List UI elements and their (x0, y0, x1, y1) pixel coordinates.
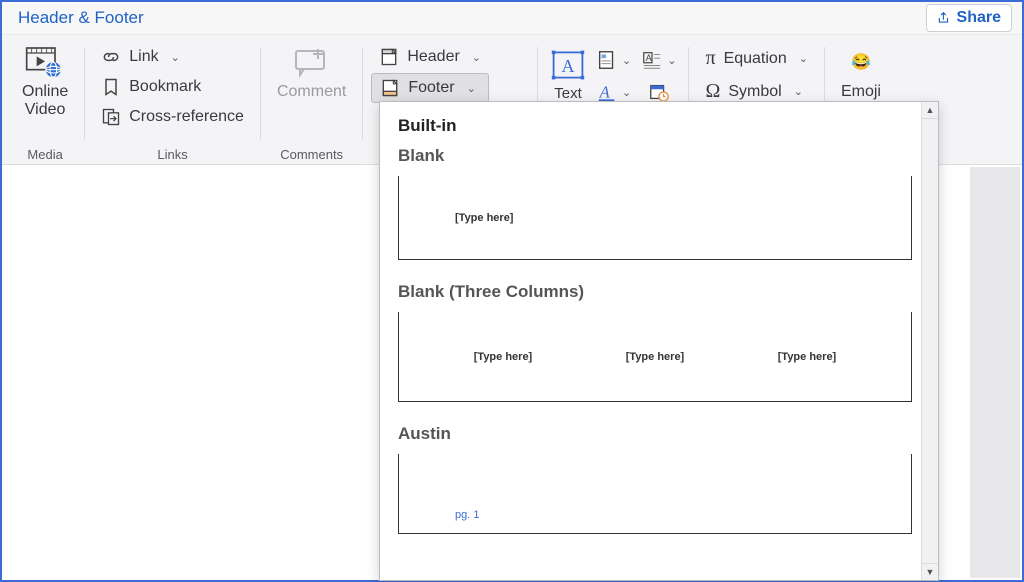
emoji-button[interactable]: 😂 Emoji (833, 39, 889, 103)
chevron-down-icon: ⌄ (622, 86, 631, 99)
header-label: Header (407, 48, 459, 66)
placeholder-text: [Type here] (626, 351, 684, 363)
footer-label: Footer (408, 79, 454, 97)
svg-text:A: A (599, 83, 611, 102)
gallery-section-title: Built-in (398, 116, 912, 136)
cross-reference-icon (101, 107, 121, 127)
placeholder-text: [Type here] (455, 212, 513, 224)
group-media: Online Video Media (6, 35, 84, 164)
bookmark-button[interactable]: Bookmark (93, 73, 252, 101)
document-margin (970, 167, 1020, 578)
placeholder-text: [Type here] (778, 351, 836, 363)
date-time-icon (648, 81, 670, 103)
pi-icon: π (705, 47, 715, 70)
share-icon (937, 11, 951, 25)
comment-button[interactable]: Comment (269, 39, 354, 103)
group-comments: Comment Comments (261, 35, 362, 164)
placeholder-text: [Type here] (474, 351, 532, 363)
chevron-down-icon: ⌄ (467, 82, 476, 95)
online-video-button[interactable]: Online Video (14, 39, 76, 122)
group-links: Link ⌄ Bookmark Cross-reference Links (85, 35, 260, 164)
emoji-icon: 😂 (851, 55, 871, 71)
link-label: Link (129, 48, 158, 66)
header-icon (379, 47, 399, 67)
chevron-down-icon: ⌄ (622, 54, 631, 67)
gallery-item-blank[interactable]: [Type here] (398, 176, 912, 260)
drop-cap-icon: A (641, 49, 663, 71)
cross-reference-label: Cross-reference (129, 108, 244, 126)
symbol-label: Symbol (728, 83, 781, 101)
group-links-label: Links (93, 145, 252, 162)
group-media-label: Media (14, 145, 76, 162)
svg-text:A: A (562, 56, 575, 76)
text-box-icon: A (550, 48, 586, 82)
share-button[interactable]: Share (926, 4, 1012, 32)
gallery-item-austin[interactable]: pg. 1 (398, 454, 912, 534)
page-number-text: pg. 1 (455, 509, 479, 521)
equation-button[interactable]: π Equation ⌄ (697, 43, 816, 74)
chevron-down-icon: ⌄ (171, 51, 180, 64)
footer-gallery-dropdown: Built-in Blank [Type here] Blank (Three … (379, 101, 939, 581)
quick-parts-button[interactable]: ⌄ (592, 45, 635, 75)
cross-reference-button[interactable]: Cross-reference (93, 103, 252, 131)
titlebar: Header & Footer Share (2, 2, 1022, 35)
footer-icon (380, 78, 400, 98)
link-button[interactable]: Link ⌄ (93, 43, 252, 71)
context-tab-header-footer[interactable]: Header & Footer (12, 4, 150, 32)
footer-dropdown-button[interactable]: Footer ⌄ (371, 73, 489, 103)
text-box-button[interactable]: A Text (546, 43, 590, 107)
bookmark-label: Bookmark (129, 78, 201, 96)
share-label: Share (957, 9, 1001, 27)
header-dropdown-button[interactable]: Header ⌄ (371, 43, 489, 71)
online-video-label: Online Video (22, 83, 68, 120)
bookmark-icon (101, 77, 121, 97)
scroll-up-button[interactable]: ▲ (922, 102, 938, 119)
omega-icon: Ω (705, 80, 720, 103)
online-video-icon (25, 44, 65, 82)
quick-parts-icon (596, 49, 618, 71)
chevron-down-icon: ⌄ (799, 52, 808, 65)
chevron-down-icon: ⌄ (794, 85, 803, 98)
scroll-down-button[interactable]: ▼ (922, 563, 938, 580)
text-box-label: Text (554, 85, 582, 102)
group-comments-label: Comments (269, 145, 354, 162)
wordart-icon: A (596, 81, 618, 103)
link-icon (101, 47, 121, 67)
comment-icon (292, 45, 332, 81)
gallery-scrollbar[interactable]: ▲ ▼ (921, 102, 938, 580)
gallery-item-title: Blank (398, 146, 912, 166)
gallery-item-title: Blank (Three Columns) (398, 282, 912, 302)
emoji-label: Emoji (841, 83, 881, 101)
comment-label: Comment (277, 83, 346, 101)
svg-text:A: A (646, 53, 653, 63)
gallery-item-blank-three-columns[interactable]: [Type here] [Type here] [Type here] (398, 312, 912, 402)
chevron-down-icon: ⌄ (667, 54, 676, 67)
chevron-down-icon: ⌄ (472, 51, 481, 64)
equation-label: Equation (724, 50, 787, 68)
drop-cap-button[interactable]: A⌄ (637, 45, 680, 75)
gallery-item-title: Austin (398, 424, 912, 444)
